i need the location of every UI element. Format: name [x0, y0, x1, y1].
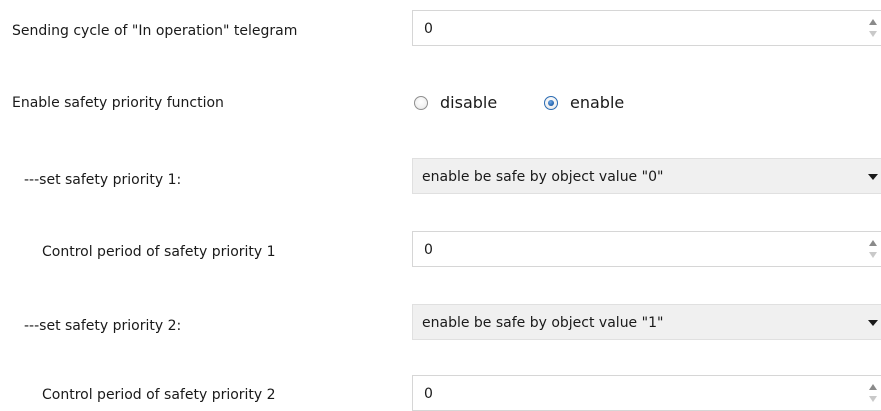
control-period-2-spinner[interactable]	[867, 380, 879, 406]
control-period-2-value: 0	[424, 386, 433, 402]
safety-priority-1-select[interactable]: enable be safe by object value "0"	[412, 158, 881, 194]
sending-cycle-input[interactable]: 0	[412, 10, 881, 46]
chevron-down-icon[interactable]	[868, 174, 878, 180]
radio-checked-icon[interactable]	[544, 96, 558, 110]
control-period-1-spinner[interactable]	[867, 236, 879, 262]
radio-disable-label[interactable]: disable	[440, 93, 497, 113]
radio-enable-label[interactable]: enable	[570, 93, 624, 113]
control-period-1-input[interactable]: 0	[412, 231, 881, 267]
control-period-2-input[interactable]: 0	[412, 375, 881, 411]
spin-up-icon[interactable]	[869, 384, 877, 390]
control-period-1-label: Control period of safety priority 1	[42, 244, 276, 260]
safety-priority-function-label: Enable safety priority function	[12, 95, 224, 111]
safety-priority-1-selected: enable be safe by object value "0"	[422, 169, 664, 185]
sending-cycle-value: 0	[424, 21, 433, 37]
control-period-1-value: 0	[424, 242, 433, 258]
set-safety-priority-2-label: ---set safety priority 2:	[24, 318, 182, 334]
set-safety-priority-1-label: ---set safety priority 1:	[24, 172, 182, 188]
spin-up-icon[interactable]	[869, 19, 877, 25]
spin-down-icon[interactable]	[869, 252, 877, 258]
chevron-down-icon[interactable]	[868, 320, 878, 326]
safety-priority-2-selected: enable be safe by object value "1"	[422, 315, 664, 331]
radio-unchecked-icon[interactable]	[414, 96, 428, 110]
sending-cycle-label: Sending cycle of "In operation" telegram	[12, 23, 298, 39]
safety-priority-2-select[interactable]: enable be safe by object value "1"	[412, 304, 881, 340]
spin-up-icon[interactable]	[869, 240, 877, 246]
control-period-2-label: Control period of safety priority 2	[42, 387, 276, 403]
spin-down-icon[interactable]	[869, 31, 877, 37]
sending-cycle-spinner[interactable]	[867, 15, 879, 41]
spin-down-icon[interactable]	[869, 396, 877, 402]
